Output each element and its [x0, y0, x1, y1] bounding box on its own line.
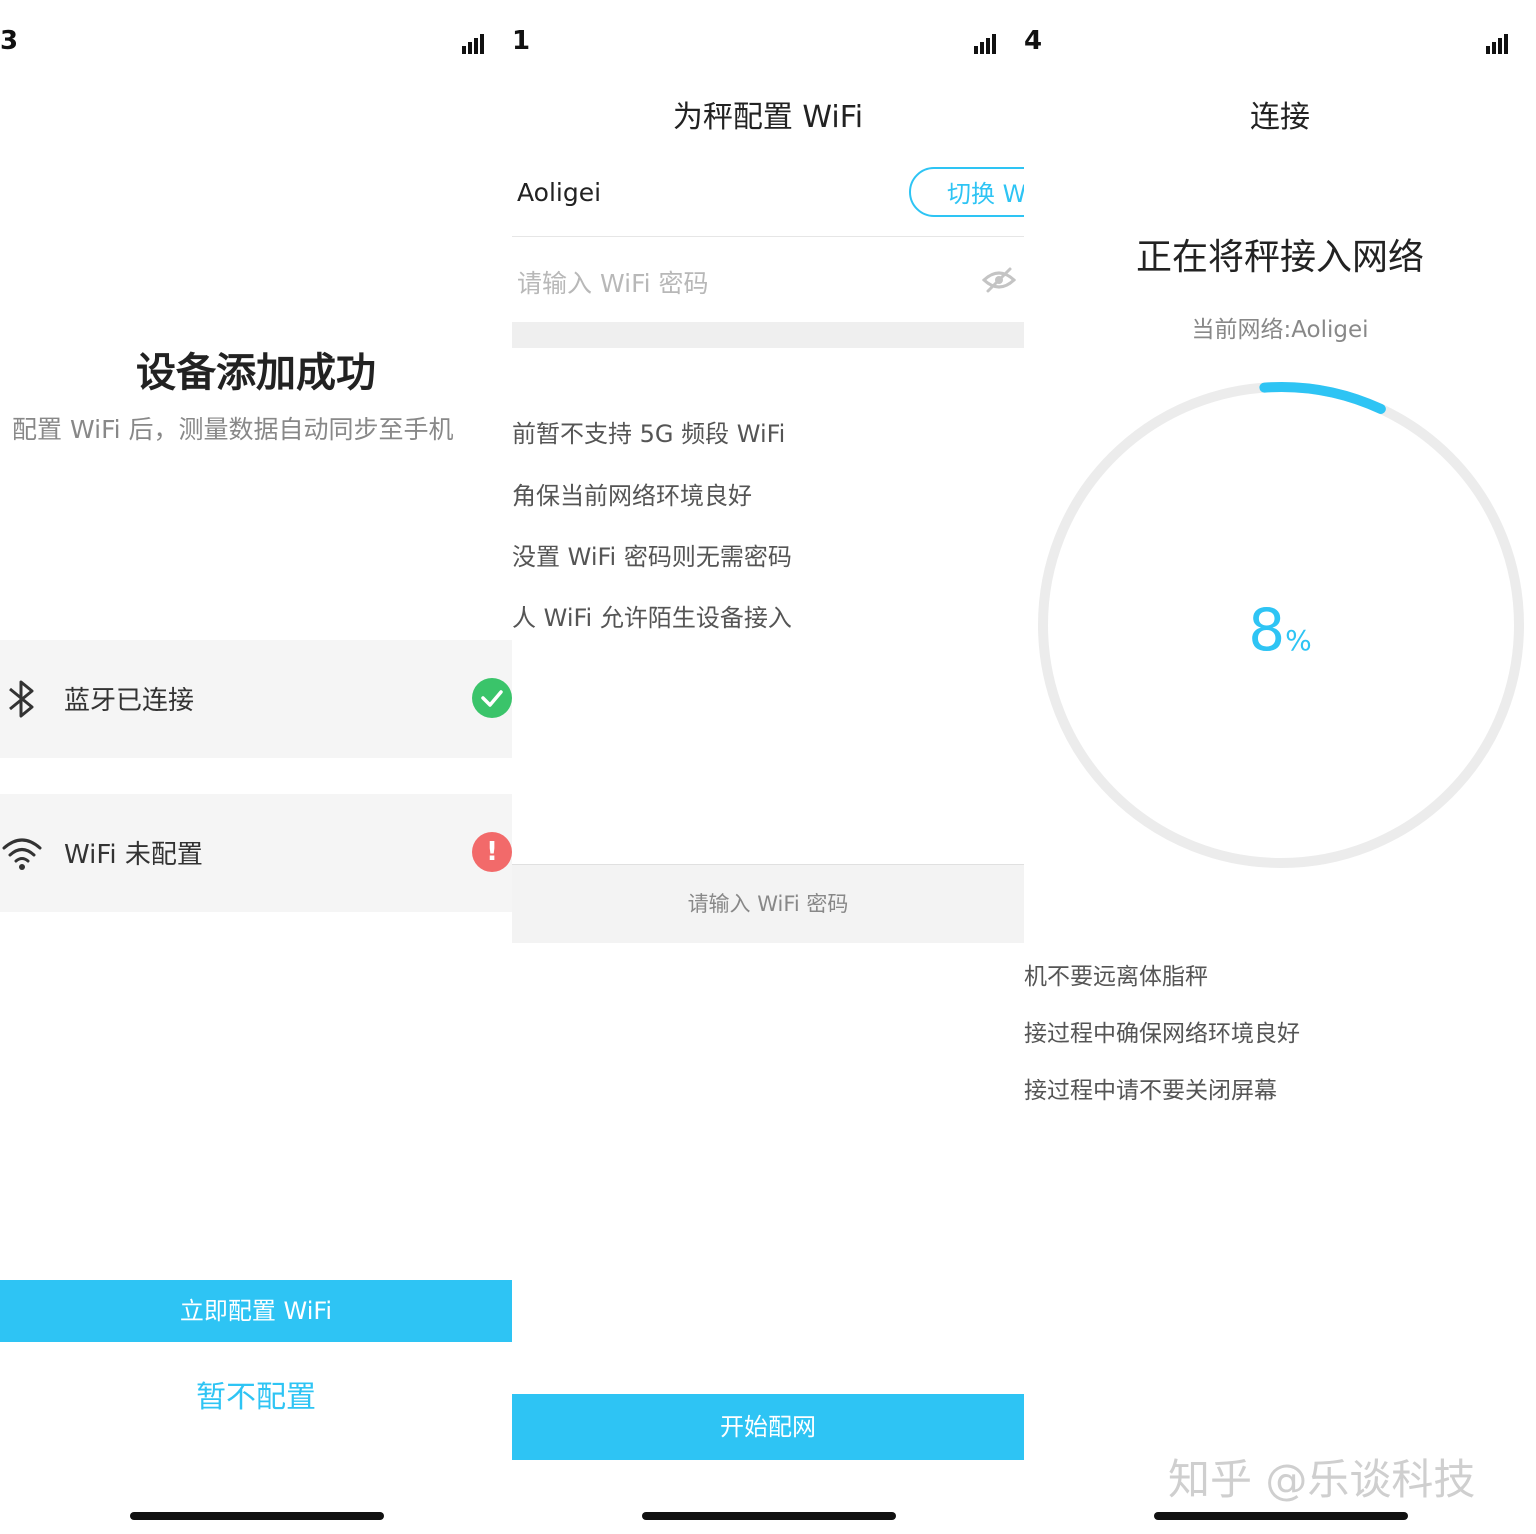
panel-connecting: 4 连接 正在将秤接入网络 当前网络:Aoligei 8% 机不要远离体脂秤 接… [1024, 0, 1536, 1534]
wifi-password-input[interactable]: 请输入 WiFi 密码 [517, 264, 709, 300]
bluetooth-status-label: 蓝牙已连接 [64, 686, 195, 716]
status-time: 1 [512, 26, 531, 56]
bluetooth-icon [9, 680, 34, 718]
switch-wifi-button[interactable]: 切换 W [909, 167, 1024, 217]
progress-value: 8 [1248, 596, 1286, 664]
page-title: 为秤配置 WiFi [672, 100, 864, 135]
status-time: 3 [0, 26, 19, 56]
panel-wifi-config: 1 为秤配置 WiFi Aoligei 切换 W 请输入 WiFi 密码 前暂不… [512, 0, 1024, 1534]
wifi-status-row: WiFi 未配置 ! [0, 794, 512, 912]
progress-unit: % [1285, 624, 1312, 657]
tip-item: 机不要远离体脂秤 [1024, 964, 1208, 990]
watermark: 知乎 @乐谈科技 [1168, 1455, 1476, 1504]
page-title: 设备添加成功 [136, 350, 376, 396]
status-time: 4 [1024, 26, 1043, 56]
wifi-status-label: WiFi 未配置 [64, 840, 203, 870]
signal-icon [462, 28, 486, 54]
home-indicator[interactable] [1154, 1512, 1408, 1520]
tip-item: 接过程中请不要关闭屏幕 [1024, 1078, 1277, 1104]
tip-item: 角保当前网络环境良好 [512, 482, 752, 510]
home-indicator[interactable] [642, 1512, 896, 1520]
warning-icon: ! [472, 832, 512, 872]
panel-device-added: 3 设备添加成功 配置 WiFi 后，测量数据自动同步至手机 蓝牙已连接 WiF… [0, 0, 512, 1534]
check-icon [472, 678, 512, 718]
bluetooth-status-row: 蓝牙已连接 [0, 640, 512, 758]
section-divider [512, 322, 1024, 348]
configure-wifi-button[interactable]: 立即配置 WiFi [0, 1280, 512, 1342]
tip-item: 没置 WiFi 密码则无需密码 [512, 543, 792, 571]
tip-item: 接过程中确保网络环境良好 [1024, 1021, 1300, 1047]
page-title: 连接 [1250, 100, 1310, 135]
wifi-ssid: Aoligei [517, 178, 602, 207]
start-network-button[interactable]: 开始配网 [512, 1394, 1024, 1460]
wifi-icon [2, 838, 42, 870]
tip-item: 人 WiFi 允许陌生设备接入 [512, 604, 792, 632]
hide-password-icon[interactable] [982, 266, 1016, 294]
connecting-heading: 正在将秤接入网络 [1135, 237, 1424, 278]
progress-percent: 8% [1024, 596, 1536, 664]
skip-config-button[interactable]: 暂不配置 [0, 1372, 512, 1416]
current-network: 当前网络:Aoligei [1191, 317, 1369, 343]
signal-icon [1486, 28, 1510, 54]
divider [512, 236, 1024, 237]
tip-item: 前暂不支持 5G 频段 WiFi [512, 420, 786, 448]
home-indicator[interactable] [130, 1512, 384, 1520]
signal-icon [974, 28, 998, 54]
page-subtitle: 配置 WiFi 后，测量数据自动同步至手机 [12, 415, 454, 444]
password-hint-toast: 请输入 WiFi 密码 [512, 864, 1024, 943]
